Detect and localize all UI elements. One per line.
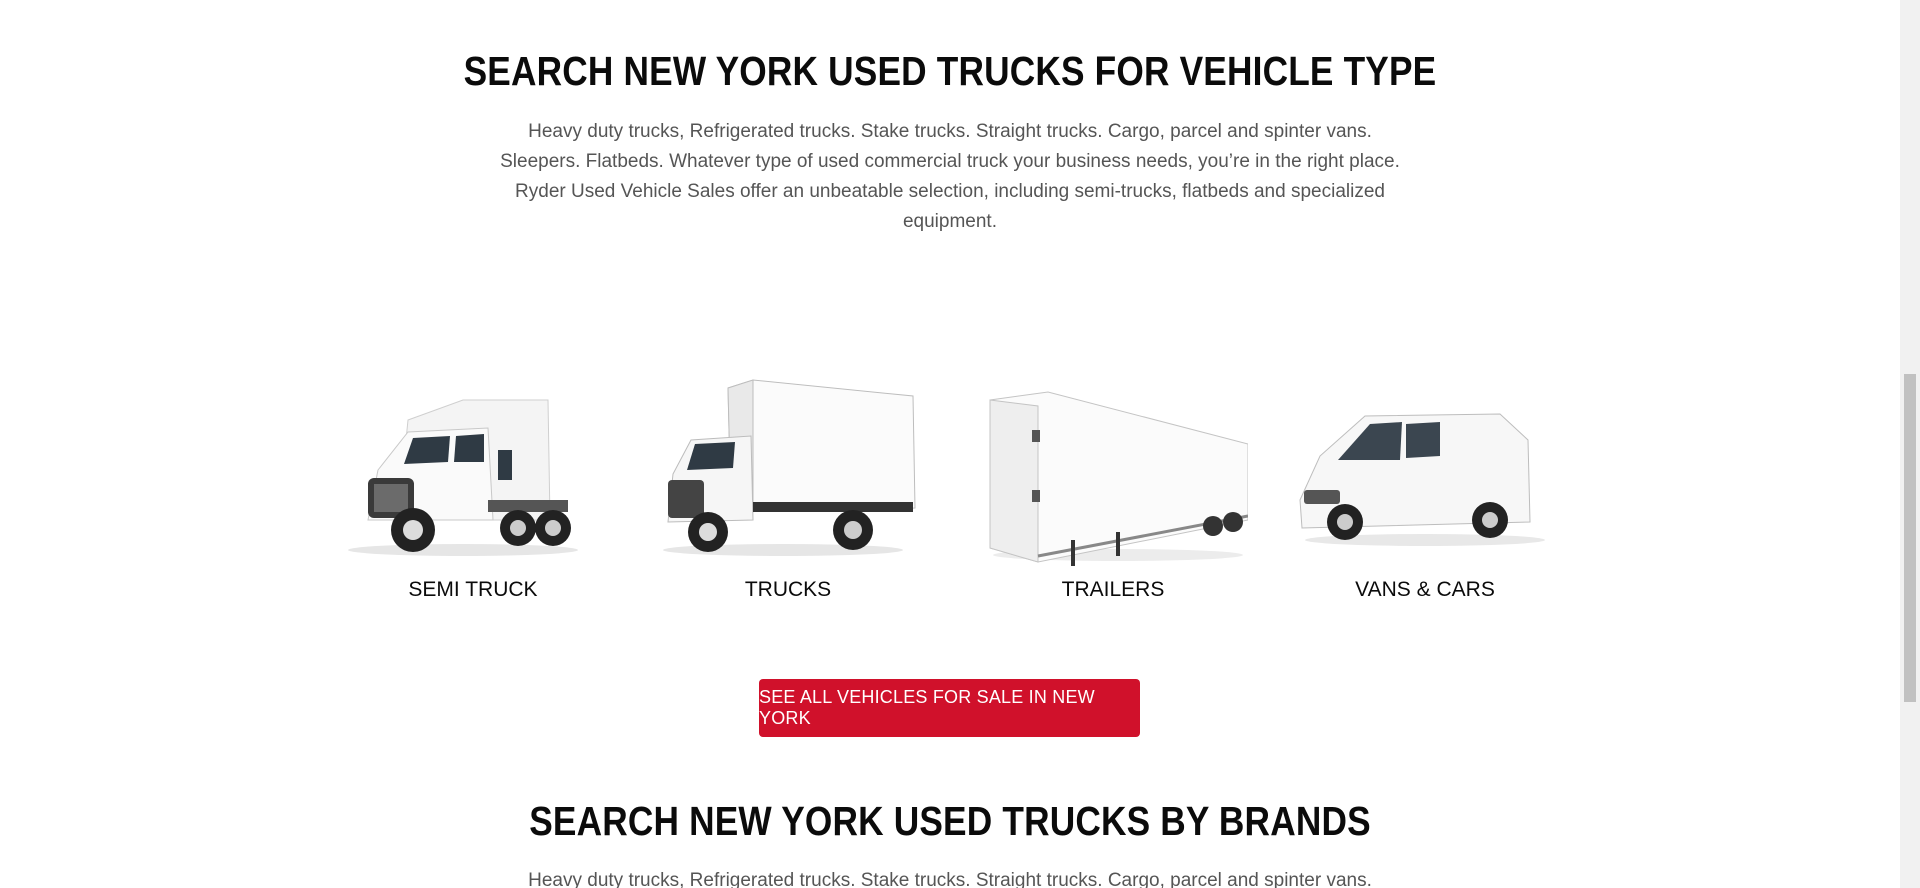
brands-heading: SEARCH NEW YORK USED TRUCKS BY BRANDS <box>529 798 1371 844</box>
vehicle-type-label: TRAILERS <box>1061 578 1165 601</box>
semi-truck-image <box>348 399 578 556</box>
van-image <box>1299 413 1545 546</box>
vehicle-type-description: Heavy duty trucks, Refrigerated trucks. … <box>500 121 1400 232</box>
vertical-scrollbar[interactable] <box>1900 0 1920 888</box>
trailer-image <box>989 391 1248 566</box>
scrollbar-thumb[interactable] <box>1904 374 1916 702</box>
vehicle-type-heading: SEARCH NEW YORK USED TRUCKS FOR VEHICLE … <box>463 48 1437 94</box>
vehicle-type-label: VANS & CARS <box>1355 578 1495 601</box>
vehicle-type-label: TRUCKS <box>744 578 832 601</box>
brands-description: Heavy duty trucks, Refrigerated trucks. … <box>528 870 1372 888</box>
box-truck-image <box>663 379 916 556</box>
page: SEARCH NEW YORK USED TRUCKS FOR VEHICLE … <box>0 0 1900 888</box>
vehicle-type-trailers[interactable]: TRAILERS <box>978 370 1248 610</box>
see-all-vehicles-button[interactable]: SEE ALL VEHICLES FOR SALE IN NEW YORK <box>759 679 1140 737</box>
vehicle-type-trucks[interactable]: TRUCKS <box>653 370 923 610</box>
vehicle-type-semi-truck[interactable]: SEMI TRUCK <box>338 370 608 610</box>
vehicle-type-vans-cars[interactable]: VANS & CARS <box>1290 370 1560 610</box>
vehicle-type-label: SEMI TRUCK <box>408 578 538 601</box>
